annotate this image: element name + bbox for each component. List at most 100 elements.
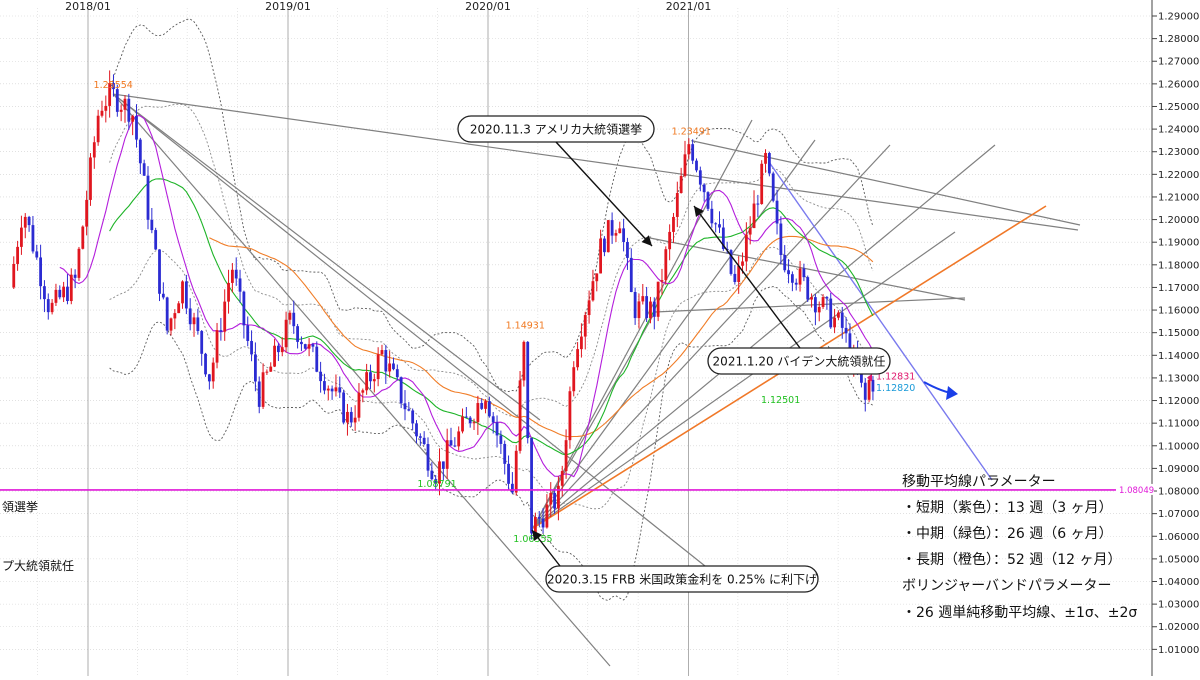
candle-body [349, 411, 353, 423]
candle-body [603, 238, 606, 253]
candle-body [123, 98, 127, 110]
candle-body [453, 445, 457, 447]
candle-body [246, 325, 250, 341]
candle-body [357, 392, 361, 418]
price-extreme-label: 1.14931 [506, 320, 545, 331]
candle-body [177, 303, 181, 314]
candle-body [138, 139, 142, 164]
candle-body [867, 379, 871, 400]
candle-body [261, 372, 265, 407]
partial-label-inauguration: プ大統領就任 [2, 558, 74, 573]
candle-body [476, 403, 480, 423]
candle-body [104, 105, 108, 111]
candle-body [530, 438, 533, 534]
candle-body [472, 422, 476, 424]
candle-body [760, 163, 764, 204]
candle-body [89, 157, 92, 200]
candle-body [591, 281, 595, 301]
candle-body [307, 344, 311, 349]
candle-body [399, 377, 403, 404]
candle-body [338, 387, 342, 393]
chart-root: 1.29000 1.28000 1.27000 1.26000 1.25000 1.240… [0, 0, 1200, 676]
candle-body [629, 257, 633, 292]
candle-body [687, 144, 691, 155]
candle-body [810, 297, 813, 300]
candle-body [744, 234, 748, 262]
callout-inauguration-text: 2021.1.20 バイデン大統領就任 [713, 354, 886, 369]
candle-body [507, 463, 510, 484]
x-tick-label: 2021/01 [666, 0, 712, 13]
candle-body [403, 403, 407, 410]
candle-body [43, 286, 46, 300]
y-tick-label: 1.08000 [1158, 487, 1199, 498]
y-tick-label: 1.17000 [1158, 283, 1199, 294]
candle-body [154, 230, 158, 250]
candle-body [775, 200, 779, 224]
candle-body [353, 417, 357, 423]
y-tick-label: 1.10000 [1158, 441, 1199, 452]
candle-body [230, 269, 234, 283]
callout-rate-cut: 2020.3.15 FRB 米国政策金利を 0.25% に利下げ [545, 565, 819, 593]
candle-body [54, 289, 58, 303]
candle-body [361, 390, 365, 393]
candle-body [92, 142, 96, 158]
candle-body [495, 422, 499, 436]
partial-label-election: 領選挙 [2, 499, 38, 514]
candle-body [50, 302, 54, 313]
candle-body [292, 312, 296, 327]
candle-body [714, 223, 718, 225]
candle-body [315, 346, 319, 372]
bb-param-item: ・26 週単純移動平均線、±1σ、±2σ [902, 605, 1137, 621]
candle-body [672, 216, 675, 232]
y-tick-label: 1.29000 [1158, 12, 1199, 23]
candle-body [541, 518, 545, 528]
candle-body [330, 388, 334, 392]
callout-election-text: 2020.11.3 アメリカ大統領選挙 [470, 122, 642, 137]
candle-body [407, 409, 411, 411]
current-price-label: 1.12820 [876, 383, 915, 394]
candle-body [457, 431, 461, 447]
candle-body [480, 403, 484, 409]
candle-body [610, 220, 614, 236]
candle-body [771, 173, 775, 201]
ma-param-mid: ・中期（緑色）：26 週（6 ヶ月） [902, 525, 1113, 542]
candle-body [787, 270, 790, 275]
candle-body [334, 387, 338, 392]
candle-body [227, 282, 230, 302]
candle-body [150, 219, 154, 231]
y-tick-label: 1.26000 [1158, 79, 1199, 90]
candle-body [158, 249, 161, 294]
candle-body [668, 231, 672, 250]
y-tick-label: 1.22000 [1158, 170, 1199, 181]
y-tick-label: 1.07000 [1158, 509, 1199, 520]
candle-body [196, 317, 200, 332]
candle-body [12, 263, 16, 288]
candle-body [135, 116, 138, 140]
price-extreme-label: 1.08791 [417, 479, 456, 490]
callout-rate-cut-text: 2020.3.15 FRB 米国政策金利を 0.25% に利下げ [547, 572, 817, 587]
bollinger-band-line [109, 18, 874, 392]
candle-body [618, 228, 622, 234]
callout-election: 2020.11.3 アメリカ大統領選挙 [457, 115, 655, 143]
trend-line [691, 140, 1081, 226]
candle-body [802, 268, 806, 278]
candle-body [741, 261, 744, 266]
candle-body [77, 248, 81, 278]
x-tick-label: 2019/01 [265, 0, 311, 13]
x-tick-label: 2020/01 [465, 0, 511, 13]
callout-inauguration: 2021.1.20 バイデン大統領就任 [707, 347, 891, 375]
candle-body [441, 461, 445, 469]
candle-body [583, 315, 587, 337]
level-label: 1.08049 [1119, 486, 1154, 496]
candle-body [39, 257, 43, 287]
trend-line-blue [768, 161, 993, 481]
candle-body [514, 450, 518, 493]
y-tick-label: 1.09000 [1158, 464, 1199, 475]
price-extreme-label: 1.25554 [94, 80, 133, 91]
candle-body [837, 312, 840, 318]
price-extreme-label: 1.12501 [761, 395, 800, 406]
candle-body [449, 440, 453, 446]
y-tick-label: 1.01000 [1158, 645, 1199, 656]
candle-body [142, 163, 146, 176]
ma-param-short: ・短期（紫色）：13 週（3 ヶ月） [902, 499, 1113, 516]
